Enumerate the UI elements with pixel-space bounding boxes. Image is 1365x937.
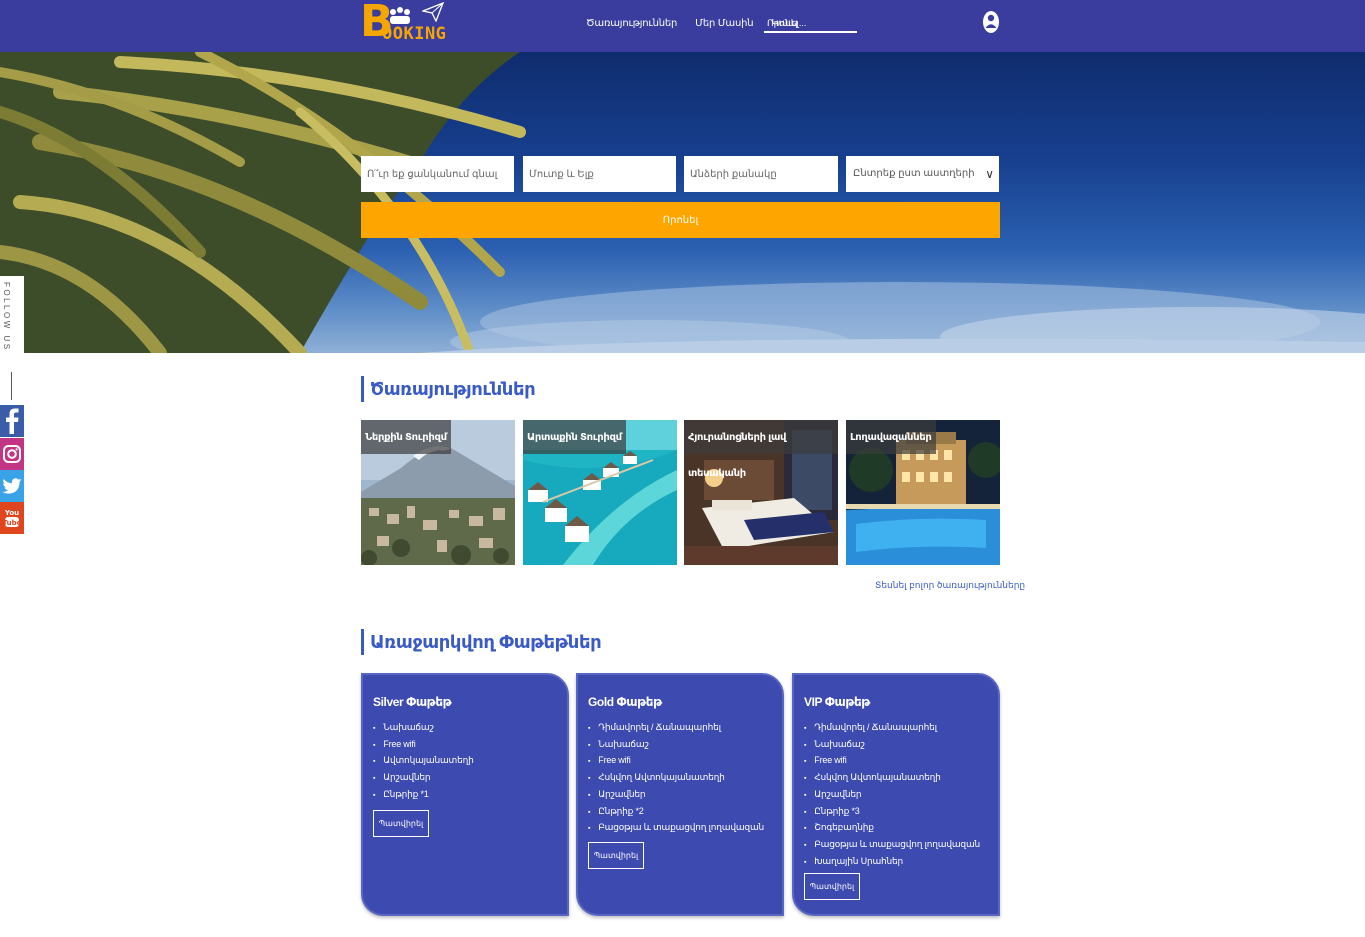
twitter-icon[interactable] [0,470,24,502]
package-features: Դիմավորել / Ճանապարհել Նախաճաշ Free wifi… [588,720,764,837]
service-label: Հյուրանոցների լավ տեսականի [684,420,838,479]
facebook-icon[interactable] [0,405,24,437]
instagram-icon[interactable] [0,438,24,470]
list-item: Հսկվող Ավտոկայանատեղի [588,770,764,787]
package-title: Gold Փաթեթ [588,695,662,709]
services-heading: Ծառայություններ [361,376,536,402]
service-card-hotels[interactable]: Հյուրանոցների լավ տեսականի [684,420,838,565]
stars-select-value: Ընտրեք ըստ աստղերի [853,168,975,179]
list-item: Դիմավորել / Ճանապարհել [588,720,764,737]
svg-text:Tube: Tube [4,519,20,527]
package-title: VIP Փաթեթ [804,695,870,709]
stars-select[interactable]: Ընտրեք ըստ աստղերի ∨ [846,156,999,192]
dates-input[interactable] [523,156,676,192]
hero-banner: Ընտրեք ըստ աստղերի ∨ Որոնել [0,52,1365,353]
order-button[interactable]: Պատվիրել [373,810,429,837]
list-item: Բացօթյա և տաքացվող լողավազան [588,820,764,837]
package-features: Դիմավորել / Ճանապարհել Նախաճաշ Free wifi… [804,720,980,870]
service-card-outbound[interactable]: Արտաքին Տուրիզմ [523,420,677,565]
destination-input[interactable] [361,156,514,192]
list-item: Բացօթյա և տաքացվող լողավազան [804,837,980,854]
list-item: Ընթրիք *1 [373,787,474,804]
list-item: Արշավներ [373,770,474,787]
svg-text:You: You [4,509,19,517]
package-card-silver: Silver Փաթեթ Նախաճաշ Free wifi Ավտոկայան… [361,673,569,916]
package-features: Նախաճաշ Free wifi Ավտոկայանատեղի Արշավնե… [373,720,474,804]
order-button[interactable]: Պատվիրել [588,842,644,869]
service-label: Արտաքին Տուրիզմ [523,420,626,454]
nav-about[interactable]: Մեր Մասին [695,18,753,29]
booking-logo[interactable]: B OOKING [360,0,455,46]
nav-services[interactable]: Ծառայություններ [586,18,677,29]
packages-heading: Առաջարկվող Փաթեթներ [361,629,602,655]
list-item: Free wifi [588,753,764,770]
follow-divider [11,372,12,400]
service-label: Լողավազաններ [846,420,936,454]
follow-us-label: FOLLOW US [2,282,11,352]
package-card-gold: Gold Փաթեթ Դիմավորել / Ճանապարհել Նախաճա… [576,673,784,916]
list-item: Նախաճաշ [588,737,764,754]
list-item: Ընթրիք *3 [804,804,980,821]
service-card-pools[interactable]: Լողավազաններ [846,420,1000,565]
list-item: Free wifi [804,753,980,770]
list-item: Ընթրիք *2 [588,804,764,821]
order-button[interactable]: Պատվիրել [804,873,860,900]
chevron-down-icon: ∨ [985,167,994,181]
list-item: Խաղային Սրահներ [804,854,980,871]
logo-people-icon [390,7,410,24]
list-item: Ավտոկայանատեղի [373,753,474,770]
service-card-domestic[interactable]: Ներքին Տուրիզմ [361,420,515,565]
user-account-icon[interactable] [982,10,1000,34]
list-item: Դիմավորել / Ճանապարհել [804,720,980,737]
package-card-vip: VIP Փաթեթ Դիմավորել / Ճանապարհել Նախաճաշ… [792,673,1000,916]
package-title: Silver Փաթեթ [373,695,452,709]
see-all-services-link[interactable]: Տեսնել բոլոր ծառայությունները [875,580,1025,591]
paper-plane-icon [422,2,444,22]
search-button[interactable]: Որոնել [361,202,1000,238]
youtube-icon[interactable]: You Tube [0,502,24,534]
list-item: Շոգեբաղնիք [804,820,980,837]
list-item: Արշավներ [588,787,764,804]
service-label: Ներքին Տուրիզմ [361,420,451,454]
top-navbar: B OOKING Ծառայություններ Մեր Մասին Կապ [0,0,1365,52]
list-item: Free wifi [373,737,474,754]
logo-word: OOKING [382,24,447,44]
list-item: Հսկվող Ավտոկայանատեղի [804,770,980,787]
guests-input[interactable] [684,156,838,192]
list-item: Արշավներ [804,787,980,804]
list-item: Նախաճաշ [804,737,980,754]
header-search-input[interactable] [764,14,857,33]
list-item: Նախաճաշ [373,720,474,737]
